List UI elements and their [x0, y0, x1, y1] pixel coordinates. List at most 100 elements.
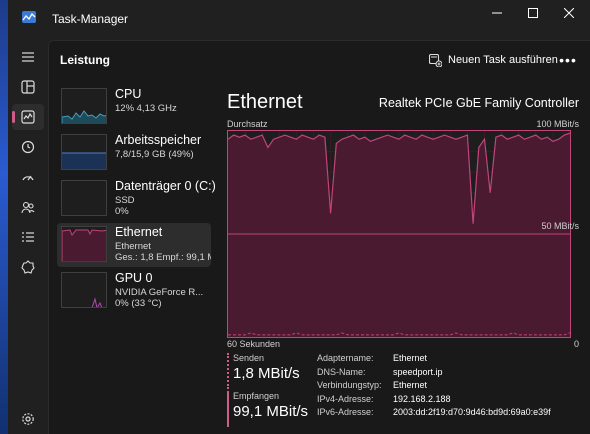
cpu-thumbnail	[61, 88, 107, 124]
property-row: IPv6-Adresse: 2003:dd:2f19:d70:9d46:bd9d…	[317, 407, 551, 421]
receive-label: Empfangen	[233, 391, 280, 401]
device-line2: 0%	[115, 206, 129, 217]
nav-app-history[interactable]	[12, 134, 44, 160]
gpu-mini-graph	[91, 297, 103, 307]
nav-performance[interactable]	[12, 104, 44, 130]
device-line1: 7,8/15,9 GB (49%)	[115, 149, 194, 160]
graph-label-max: 100 MBit/s	[536, 119, 579, 129]
property-key: Verbindungstyp:	[317, 380, 382, 391]
memory-thumbnail	[61, 134, 107, 170]
detail-title: Ethernet	[227, 91, 303, 113]
device-gpu[interactable]: GPU 0 NVIDIA GeForce R... 0% (33 °C)	[57, 269, 211, 313]
disk-mini-graph	[62, 181, 107, 216]
close-icon	[564, 8, 574, 18]
property-row: Verbindungstyp: Ethernet	[317, 380, 551, 394]
device-list: CPU 12% 4,13 GHz Arbeitsspeicher 7,8/15,…	[49, 85, 219, 315]
device-name: Arbeitsspeicher	[115, 133, 202, 147]
cpu-mini-graph	[62, 110, 106, 123]
graph-time-end: 0	[573, 339, 579, 349]
send-value: 1,8 MBit/s	[233, 365, 300, 382]
receive-area	[228, 133, 570, 337]
settings-icon	[22, 413, 34, 425]
run-task-icon	[429, 53, 442, 67]
ethernet-thumbnail	[61, 226, 107, 262]
hamburger-icon	[22, 52, 34, 62]
maximize-button[interactable]	[516, 2, 550, 24]
device-line2: 0% (33 °C)	[115, 298, 162, 309]
desktop-wallpaper	[0, 0, 8, 434]
startup-icon	[22, 175, 34, 181]
device-name: CPU	[115, 87, 142, 101]
window-title: Task-Manager	[52, 12, 129, 26]
receive-indicator	[227, 391, 229, 427]
disk-thumbnail	[61, 180, 107, 216]
receive-value: 99,1 MBit/s	[233, 403, 309, 420]
device-line1: SSD	[115, 195, 135, 206]
property-value: 2003:dd:2f19:d70:9d46:bd9d:69a0:e39f	[393, 407, 551, 418]
send-stat: Senden 1,8 MBit/s	[227, 353, 300, 389]
device-name: GPU 0	[115, 271, 153, 285]
minimize-icon	[492, 12, 502, 14]
performance-icon	[21, 110, 35, 124]
device-line1: 12% 4,13 GHz	[115, 103, 177, 114]
history-icon	[21, 140, 35, 154]
ethernet-detail-panel: Ethernet Realtek PCIe GbE Family Control…	[227, 85, 579, 427]
page-title: Leistung	[60, 53, 110, 67]
device-cpu[interactable]: CPU 12% 4,13 GHz	[57, 85, 211, 129]
nav-details[interactable]	[12, 224, 44, 250]
device-name: Datenträger 0 (C:)	[115, 179, 216, 193]
nav-users[interactable]	[12, 194, 44, 220]
ethernet-mini-graph	[62, 229, 106, 261]
device-ethernet[interactable]: Ethernet Ethernet Ges.: 1,8 Empf.: 99,1 …	[57, 223, 211, 267]
nav-services[interactable]	[12, 254, 44, 280]
close-button[interactable]	[552, 2, 586, 24]
task-manager-window: Task-Manager Leistung Neuen Task ausführ…	[8, 0, 590, 434]
task-manager-app-icon	[22, 11, 36, 23]
processes-icon	[21, 80, 35, 94]
property-row: DNS-Name: speedport.ip	[317, 367, 551, 381]
device-line1: Ethernet	[115, 241, 151, 252]
details-icon	[22, 232, 34, 242]
device-disk[interactable]: Datenträger 0 (C:) SSD 0%	[57, 177, 216, 221]
property-key: Adaptername:	[317, 353, 374, 363]
gpu-thumbnail	[61, 272, 107, 308]
page-header: Leistung Neuen Task ausführen •••	[49, 41, 590, 77]
graph-time-start: 60 Sekunden	[227, 339, 281, 349]
graph-label-throughput: Durchsatz	[227, 119, 268, 129]
device-line2: Ges.: 1,8 Empf.: 99,1 MB	[115, 252, 211, 263]
minimize-button[interactable]	[480, 2, 514, 24]
more-options-button[interactable]: •••	[557, 49, 579, 71]
device-name: Ethernet	[115, 225, 163, 239]
nav-startup-apps[interactable]	[12, 164, 44, 190]
nav-processes[interactable]	[12, 74, 44, 100]
run-task-label: Neuen Task ausführen	[448, 54, 558, 66]
nav-menu-toggle[interactable]	[12, 44, 44, 70]
run-new-task-button[interactable]: Neuen Task ausführen	[429, 49, 558, 71]
device-memory[interactable]: Arbeitsspeicher 7,8/15,9 GB (49%)	[57, 131, 211, 175]
performance-content: Leistung Neuen Task ausführen ••• CPU 12…	[48, 40, 590, 434]
title-bar: Task-Manager	[8, 0, 590, 36]
maximize-icon	[528, 8, 538, 18]
property-row: Adaptername: Ethernet	[317, 353, 551, 367]
property-key: IPv4-Adresse:	[317, 393, 374, 404]
property-value: Ethernet	[393, 380, 428, 391]
memory-mini-graph	[62, 152, 106, 169]
property-key: DNS-Name:	[317, 366, 366, 377]
throughput-graph	[227, 130, 571, 338]
property-row: IPv4-Adresse: 192.168.2.188	[317, 394, 551, 408]
throughput-graph-svg	[227, 131, 571, 337]
adapter-properties: Adaptername: Ethernet DNS-Name: speedpor…	[317, 353, 551, 421]
nav-settings[interactable]	[12, 406, 44, 432]
property-key: IPv6-Adresse:	[317, 407, 374, 418]
adapter-name: Realtek PCIe GbE Family Controller	[378, 96, 579, 110]
services-icon	[21, 260, 35, 274]
receive-stat: Empfangen 99,1 MBit/s	[227, 391, 308, 427]
navigation-sidebar	[8, 36, 48, 434]
property-value: speedport.ip	[393, 366, 443, 377]
graph-mid-label: 50 MBit/s	[541, 221, 579, 231]
property-value: 192.168.2.188	[393, 393, 451, 404]
send-indicator	[227, 353, 229, 389]
property-value: Ethernet	[393, 353, 428, 363]
send-label: Senden	[233, 353, 265, 363]
users-icon	[21, 201, 35, 214]
